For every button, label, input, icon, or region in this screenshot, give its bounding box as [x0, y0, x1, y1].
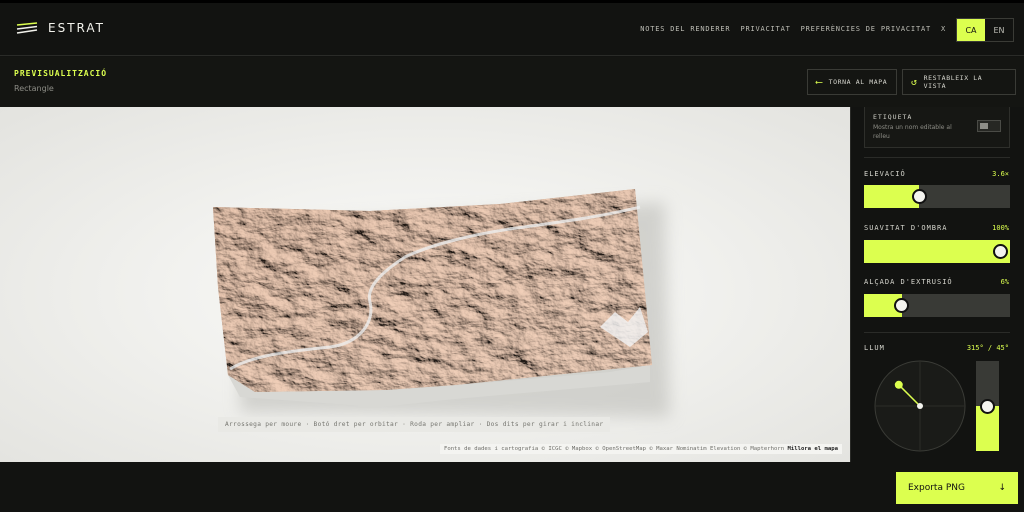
light-value: 315° / 45° — [966, 344, 1009, 352]
settings-panel: ETIQUETA Mostra un nom editable al relle… — [850, 107, 1024, 462]
light-direction-handle[interactable] — [894, 380, 903, 389]
footer: Exporta PNG ↓ — [0, 462, 1024, 512]
reset-icon: ↺ — [911, 76, 918, 88]
page-title: PREVISUALITZACIÓ — [14, 69, 108, 78]
extrusion-slider[interactable] — [864, 294, 1010, 317]
label-card: ETIQUETA Mostra un nom editable al relle… — [864, 107, 1010, 148]
brand-name: ESTRAT — [48, 21, 105, 35]
navigation-hint: Arrossega per moure · Botó dret per orbi… — [218, 417, 611, 432]
improve-map-link[interactable]: Millora el mapa — [787, 446, 838, 452]
preview-header: PREVISUALITZACIÓ Rectangle ⟵ TORNA AL MA… — [0, 57, 1024, 107]
attribution-text: Fonts de dades i cartografia © ICGC © Ma… — [443, 446, 785, 452]
label-toggle[interactable] — [977, 120, 1001, 132]
divider — [864, 157, 1010, 158]
page-subtitle: Rectangle — [14, 84, 54, 93]
nav-privacy[interactable]: PRIVACITAT — [740, 25, 790, 33]
export-png-button[interactable]: Exporta PNG ↓ — [896, 472, 1018, 504]
extrusion-value: 6% — [1000, 278, 1009, 286]
light-direction-dial[interactable] — [873, 359, 967, 453]
label-title: ETIQUETA — [873, 113, 913, 121]
shade-slider-knob[interactable] — [993, 244, 1008, 259]
label-description: Mostra un nom editable al relleu — [873, 124, 952, 140]
nav-privacy-preferences[interactable]: PREFERÈNCIES DE PRIVACITAT — [801, 25, 931, 33]
lang-en[interactable]: EN — [985, 19, 1013, 41]
elevation-value: 3.6× — [992, 170, 1009, 178]
elevation-slider-knob[interactable] — [911, 189, 927, 204]
extrusion-label: ALÇADA D'EXTRUSIÓ — [864, 278, 953, 286]
elevation-slider[interactable] — [864, 185, 1010, 208]
extrusion-slider-knob[interactable] — [894, 298, 910, 313]
top-bar: ESTRAT NOTES DEL RENDERER PRIVACITAT PRE… — [0, 3, 1024, 56]
terrain-viewport[interactable]: Arrossega per moure · Botó dret per orbi… — [0, 107, 850, 462]
light-altitude-slider[interactable] — [976, 361, 999, 451]
shade-slider[interactable] — [864, 240, 1010, 263]
nav-x-link[interactable]: X — [941, 25, 946, 33]
nav-renderer-notes[interactable]: NOTES DEL RENDERER — [640, 25, 730, 33]
reset-view-button[interactable]: ↺ RESTABLEIX LA VISTA — [902, 69, 1016, 95]
shade-value: 100% — [992, 224, 1009, 232]
terrain-relief — [213, 189, 652, 392]
brand[interactable]: ESTRAT — [16, 21, 105, 35]
lang-ca[interactable]: CA — [957, 19, 985, 41]
shade-label: SUAVITAT D'OMBRA — [864, 224, 948, 232]
download-arrow-icon: ↓ — [998, 483, 1006, 493]
map-attribution: Fonts de dades i cartografia © ICGC © Ma… — [439, 444, 842, 454]
shade-slider-fill — [864, 240, 1010, 263]
terrain-canvas[interactable] — [0, 107, 850, 462]
reset-view-label: RESTABLEIX LA VISTA — [923, 74, 983, 90]
arrow-left-icon: ⟵ — [816, 76, 823, 88]
divider — [864, 332, 1010, 333]
light-altitude-knob[interactable] — [980, 398, 995, 414]
export-png-label: Exporta PNG — [908, 483, 965, 493]
light-label: LLUM — [864, 344, 885, 352]
language-switcher: CA EN — [956, 18, 1014, 42]
back-to-map-button[interactable]: ⟵ TORNA AL MAPA — [807, 69, 897, 95]
logo-icon — [16, 22, 38, 34]
elevation-label: ELEVACIÓ — [864, 170, 906, 178]
top-nav: NOTES DEL RENDERER PRIVACITAT PREFERÈNCI… — [640, 25, 946, 33]
back-to-map-label: TORNA AL MAPA — [828, 78, 888, 86]
